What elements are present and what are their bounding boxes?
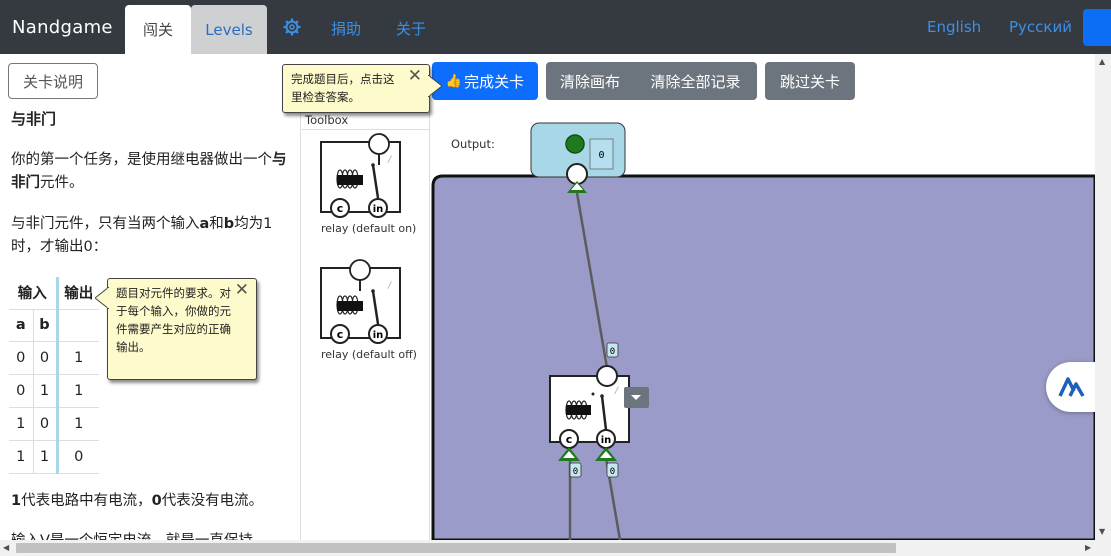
relay-pin-in-label: in — [373, 330, 384, 341]
output-node-box — [530, 122, 626, 178]
table-row: 1 1 0 — [9, 439, 99, 474]
vertical-scrollbar[interactable] — [1095, 54, 1111, 540]
svg-text:/: / — [614, 386, 619, 396]
description-paragraph-1: 你的第一个任务，是使用继电器做出一个与非门元件。 — [11, 152, 287, 191]
horizontal-scrollbar-thumb[interactable] — [16, 543, 896, 553]
placed-relay-c-label: c — [566, 433, 573, 446]
relay-menu-dropdown — [624, 387, 649, 408]
navbar: Nandgame 闯关 Levels 捐助 关于 English Русский — [0, 0, 1111, 54]
relay-pin-c-label: c — [337, 202, 344, 215]
level-help-button[interactable]: 关卡说明 — [8, 63, 98, 99]
about-link[interactable]: 关于 — [396, 18, 426, 39]
clear-canvas-button[interactable]: 清除画布 — [546, 62, 634, 100]
placed-relay — [549, 375, 630, 443]
canvas-area — [431, 174, 1097, 542]
relay-default-on-component[interactable]: / c in — [315, 132, 410, 222]
description-paragraph-3: 1代表电路中有电流，0代表没有电流。 — [11, 493, 264, 509]
relay-pin-in-label: in — [373, 204, 384, 215]
truth-col-b: b — [32, 308, 57, 341]
tab-levels-play[interactable]: 闯关 — [125, 5, 191, 54]
truth-header-output: 输出 — [55, 277, 99, 309]
relay-default-off-label: relay (default off) — [321, 348, 417, 361]
output-indicator-led — [565, 134, 585, 154]
donate-link[interactable]: 捐助 — [331, 18, 361, 39]
relay-pin-c-label: c — [337, 328, 344, 341]
wire-value-c: 0 — [573, 467, 578, 477]
close-icon[interactable]: ✕ — [408, 68, 422, 85]
tooltip-arrow — [95, 287, 109, 309]
brand-logo[interactable]: Nandgame — [12, 17, 113, 38]
lang-russian-link[interactable]: Русский — [1009, 18, 1072, 36]
output-label: Output: — [451, 137, 495, 151]
thumbs-up-icon: 👍 — [445, 73, 463, 89]
nav-login-button[interactable] — [1083, 9, 1111, 46]
relay-default-off-component[interactable]: / c in — [315, 258, 410, 348]
relay-default-on-label: relay (default on) — [321, 222, 417, 235]
check-answer-tooltip: 完成题目后，点击这里检查答案。 ✕ — [282, 64, 442, 113]
lang-english-link[interactable]: English — [927, 18, 981, 36]
scroll-down-arrow-icon[interactable]: ▼ — [1099, 527, 1105, 536]
wire-value-top: 0 — [610, 347, 615, 357]
table-row: 0 1 1 — [9, 373, 99, 407]
wire-value-in: 0 — [610, 467, 615, 477]
tooltip-arrow — [428, 75, 442, 97]
truth-col-a: a — [9, 308, 33, 341]
scroll-up-arrow-icon[interactable]: ▲ — [1099, 57, 1105, 66]
truth-table: 输入 输出 a b 0 0 1 0 1 1 1 0 1 1 1 0 — [9, 277, 99, 474]
close-icon[interactable]: ✕ — [235, 282, 249, 299]
gear-icon[interactable] — [283, 18, 301, 36]
tab-levels[interactable]: Levels — [191, 5, 267, 54]
clear-all-records-button[interactable]: 清除全部记录 — [634, 62, 757, 100]
output-value-box — [589, 138, 614, 170]
description-paragraph-2: 与非门元件，只有当两个输入a和b均为1时，才输出0： — [11, 216, 273, 255]
skip-level-button[interactable]: 跳过关卡 — [765, 62, 855, 100]
scroll-left-arrow-icon[interactable]: ◀ — [3, 543, 9, 552]
placed-relay-in-label: in — [601, 435, 612, 446]
truth-header-input: 输入 — [17, 286, 47, 303]
scroll-right-arrow-icon[interactable]: ▶ — [1085, 543, 1091, 552]
toolbox-title: Toolbox — [302, 113, 429, 130]
table-row: 0 0 1 — [9, 340, 99, 374]
assistant-logo-icon — [1058, 377, 1085, 397]
level-title: 与非门 — [11, 110, 57, 128]
requirements-tooltip: 题目对元件的要求。对于每个输入，你做的元件需要产生对应的正确输出。 ✕ — [95, 278, 257, 380]
complete-level-button[interactable]: 👍 完成关卡 — [432, 62, 538, 100]
table-row: 1 0 1 — [9, 406, 99, 440]
output-value: 0 — [598, 150, 604, 161]
